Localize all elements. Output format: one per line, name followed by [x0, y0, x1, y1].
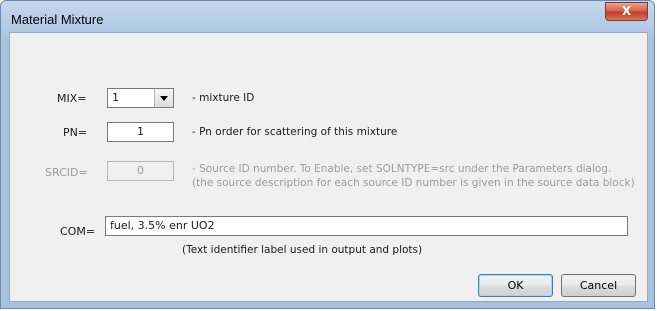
- window-title: Material Mixture: [11, 12, 104, 27]
- pn-label: PN=: [63, 126, 88, 139]
- srcid-description-line1: - Source ID number. To Enable, set SOLNT…: [192, 163, 612, 175]
- pn-input[interactable]: 1: [107, 122, 174, 142]
- srcid-description-line2: (the source description for each source …: [192, 177, 635, 189]
- cancel-button[interactable]: Cancel: [561, 274, 636, 297]
- chevron-down-icon[interactable]: [154, 89, 173, 107]
- com-input[interactable]: fuel, 3.5% enr UO2: [105, 216, 628, 236]
- com-description: (Text identifier label used in output an…: [182, 244, 423, 256]
- dialog-body: MIX= 1 - mixture ID PN= 1 - Pn order for…: [9, 32, 648, 302]
- dialog-window: Material Mixture X MIX= 1 - mixture ID P…: [0, 0, 655, 309]
- pn-description: - Pn order for scattering of this mixtur…: [192, 126, 398, 138]
- close-button[interactable]: X: [605, 2, 648, 21]
- srcid-label: SRCID=: [45, 166, 88, 179]
- mix-select-value: 1: [112, 91, 119, 104]
- srcid-input: 0: [107, 161, 174, 181]
- mix-description: - mixture ID: [192, 92, 255, 104]
- close-icon: X: [621, 4, 632, 18]
- ok-button[interactable]: OK: [478, 274, 553, 297]
- com-label: COM=: [60, 225, 96, 238]
- mix-label: MIX=: [57, 92, 87, 105]
- mix-select[interactable]: 1: [107, 88, 174, 108]
